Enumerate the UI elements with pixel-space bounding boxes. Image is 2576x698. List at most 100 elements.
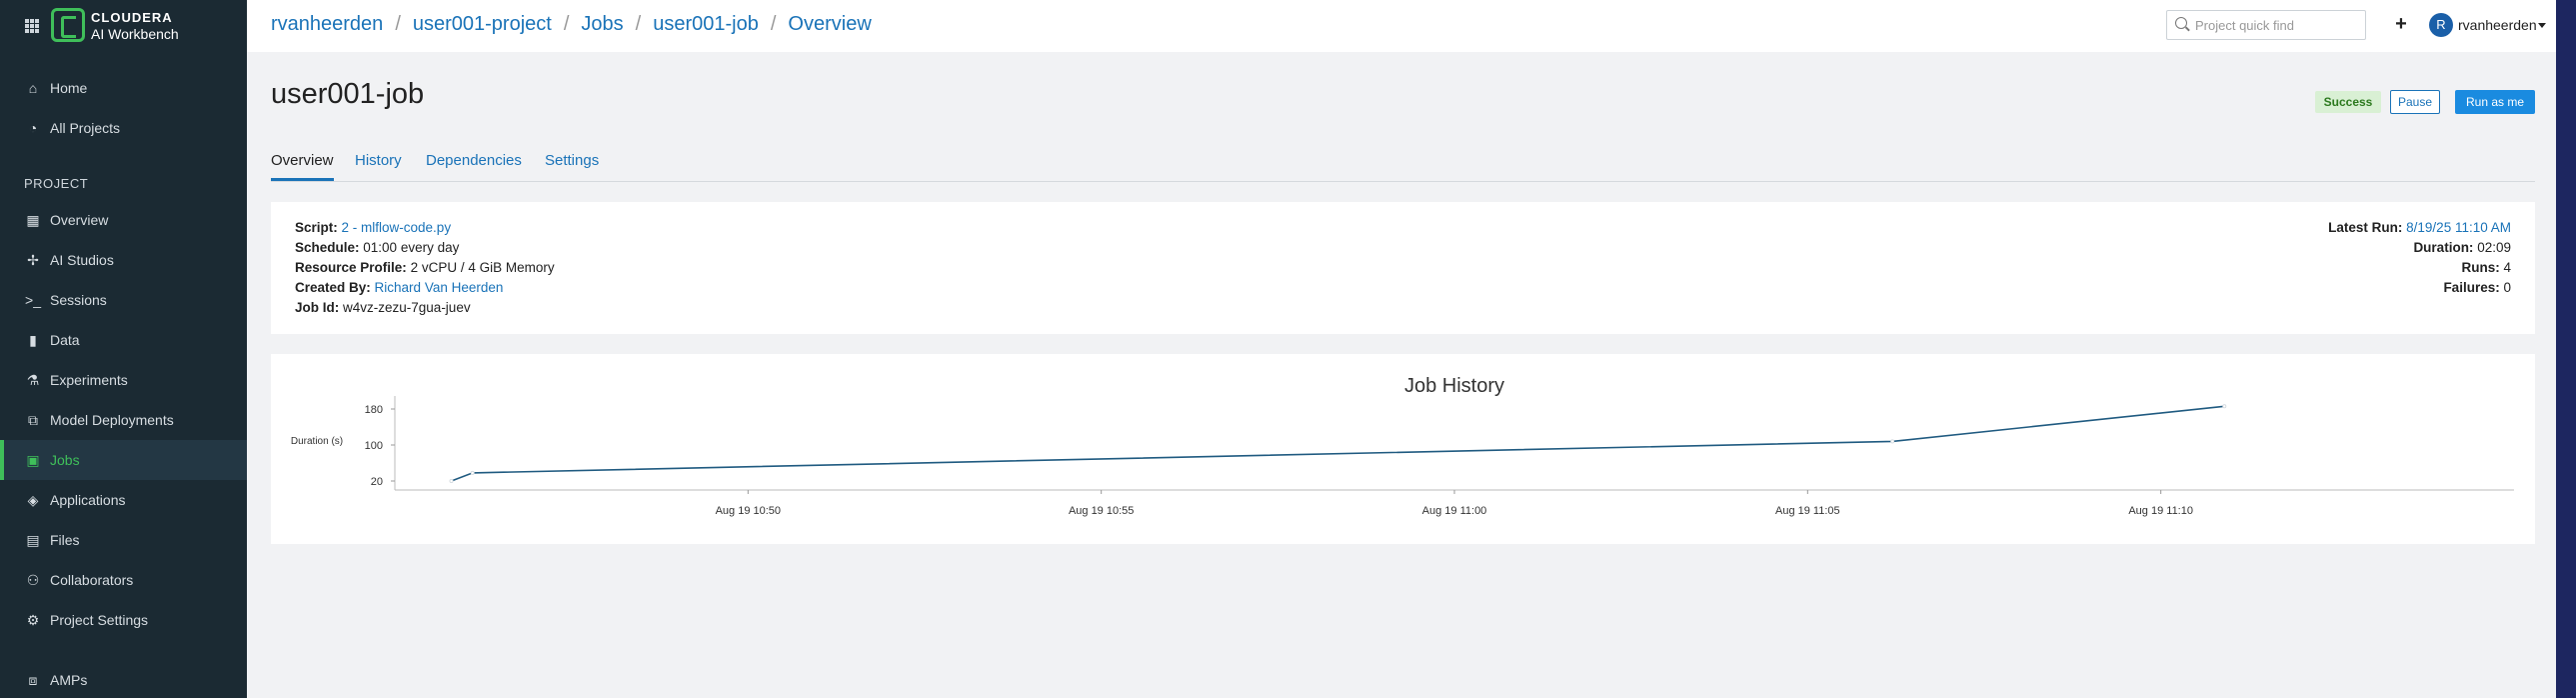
apps-grid-icon[interactable] [25,19,39,33]
sidebar-section-project: PROJECT [24,176,89,191]
sidebar-item-applications[interactable]: ◈ Applications [0,480,247,520]
breadcrumb-user[interactable]: rvanheerden [271,13,383,36]
overview-icon: ▦ [26,211,40,228]
job-details-right: Latest Run: 8/19/25 11:10 AM Duration: 0… [2328,218,2511,298]
sidebar-item-amps[interactable]: ⧈ AMPs [0,660,247,698]
breadcrumb-separator: / [395,13,401,35]
tab-settings[interactable]: Settings [545,152,599,181]
breadcrumb-jobs[interactable]: Jobs [581,13,623,36]
detail-job-id: Job Id: w4vz-zezu-7gua-juev [295,300,471,315]
sidebar-item-label: Files [50,532,80,548]
sidebar-item-label: AMPs [50,672,88,688]
detail-script: Script: 2 - mlflow-code.py [295,220,452,235]
flask-icon: ⚗ [26,371,40,388]
home-icon: ⌂ [28,80,38,96]
sidebar: CLOUDERA AI Workbench ⌂ Home ◔ All Proje… [0,0,247,698]
chart-y-axis-label: Duration (s) [291,436,343,447]
search-icon [2175,17,2187,29]
brand-name: CLOUDERA [91,10,173,25]
project-quick-find [2166,10,2366,40]
sidebar-item-overview[interactable]: ▦ Overview [0,200,247,240]
gear-icon: ⚙ [26,611,40,628]
chart-y-tick-label: 180 [365,404,383,416]
avatar[interactable]: R [2429,13,2453,37]
chart-x-tick-label: Aug 19 11:10 [2128,505,2193,517]
detail-schedule: Schedule: 01:00 every day [295,240,460,255]
chevron-down-icon[interactable] [2538,23,2546,28]
job-details-left: Script: 2 - mlflow-code.py Schedule: 01:… [295,218,555,318]
detail-created-by: Created By: Richard Van Heerden [295,280,504,295]
breadcrumb-job[interactable]: user001-job [653,13,759,36]
sidebar-item-project-settings[interactable]: ⚙ Project Settings [0,600,247,640]
sidebar-item-label: Applications [50,492,126,508]
sidebar-item-label: Home [50,80,88,96]
breadcrumb-separator: / [563,13,570,35]
sidebar-item-collaborators[interactable]: ⚇ Collaborators [0,560,247,600]
job-tabs: Overview History Dependencies Settings [271,150,2535,182]
detail-runs: Runs: 4 [2461,260,2511,275]
creator-link[interactable]: Richard Van Heerden [375,280,504,295]
top-bar: rvanheerden / user001-project / Jobs / u… [247,0,2556,52]
chart-x-tick-label: Aug 19 10:55 [1069,505,1134,517]
chart-point [449,479,454,484]
sidebar-item-data[interactable]: ▮ Data [0,320,247,360]
user-menu-name[interactable]: rvanheerden [2458,17,2537,33]
chart-y-tick-label: 20 [371,476,383,488]
bar-chart-icon: ▮ [29,331,37,348]
sidebar-item-label: Data [50,332,80,348]
sidebar-item-all-projects[interactable]: ◔ All Projects [0,108,247,148]
calendar-icon: ▣ [26,451,40,468]
amps-icon: ⧈ [28,671,38,688]
cloudera-logo-icon[interactable] [51,8,85,42]
sidebar-item-label: Jobs [50,452,80,468]
sidebar-item-label: Overview [50,212,109,228]
breadcrumb: rvanheerden / user001-project / Jobs / u… [271,13,872,36]
run-as-me-button[interactable]: Run as me [2455,90,2535,114]
job-details-card: Script: 2 - mlflow-code.py Schedule: 01:… [271,202,2535,334]
tab-history[interactable]: History [355,152,402,181]
pause-button[interactable]: Pause [2390,90,2440,114]
status-badge: Success [2315,91,2381,113]
tab-dependencies[interactable]: Dependencies [426,152,522,181]
sidebar-item-experiments[interactable]: ⚗ Experiments [0,360,247,400]
detail-latest-run: Latest Run: 8/19/25 11:10 AM [2328,220,2511,235]
sidebar-item-ai-studios[interactable]: ✢ AI Studios [0,240,247,280]
tab-overview[interactable]: Overview [271,152,334,181]
ai-studios-icon: ✢ [27,251,39,268]
add-button[interactable]: + [2389,12,2413,36]
sidebar-item-label: Project Settings [50,612,149,628]
sidebar-item-label: Collaborators [50,572,134,588]
detail-resource-profile: Resource Profile: 2 vCPU / 4 GiB Memory [295,260,555,275]
brand-product: AI Workbench [91,26,179,42]
sidebar-item-sessions[interactable]: >_ Sessions [0,280,247,320]
right-edge-panel [2556,0,2576,698]
script-link[interactable]: 2 - mlflow-code.py [342,220,452,235]
detail-failures: Failures: 0 [2443,280,2511,295]
detail-duration: Duration: 02:09 [2413,240,2511,255]
breadcrumb-overview[interactable]: Overview [788,13,871,36]
sidebar-item-files[interactable]: ▤ Files [0,520,247,560]
breadcrumb-project[interactable]: user001-project [413,13,552,36]
projects-icon: ◔ [28,120,38,136]
sidebar-item-jobs[interactable]: ▣ Jobs [0,440,247,480]
chart-title: Job History [1404,375,1504,397]
chart-x-tick-label: Aug 19 11:05 [1775,505,1840,517]
chart-series-line [451,405,2225,482]
chart-x-tick-label: Aug 19 11:00 [1422,505,1487,517]
chart-x-tick-label: Aug 19 10:50 [716,505,781,517]
sidebar-item-model-deployments[interactable]: ⧉ Model Deployments [0,400,247,440]
breadcrumb-separator: / [770,13,777,35]
job-history-chart: Job History Duration (s) 20 100 180 Aug 19 … [291,375,2514,517]
sidebar-item-home[interactable]: ⌂ Home [0,68,247,108]
sidebar-item-label: All Projects [50,120,121,136]
deployment-icon: ⧉ [28,411,38,428]
chart-point [1890,439,1895,444]
terminal-icon: >_ [25,292,41,308]
page-title: user001-job [271,78,425,110]
breadcrumb-separator: / [635,13,642,35]
search-input[interactable] [2195,16,2360,34]
brand-header: CLOUDERA AI Workbench [0,0,247,50]
chart-point [470,470,475,475]
chart-point [2222,404,2227,409]
latest-run-link[interactable]: 8/19/25 11:10 AM [2406,220,2511,235]
